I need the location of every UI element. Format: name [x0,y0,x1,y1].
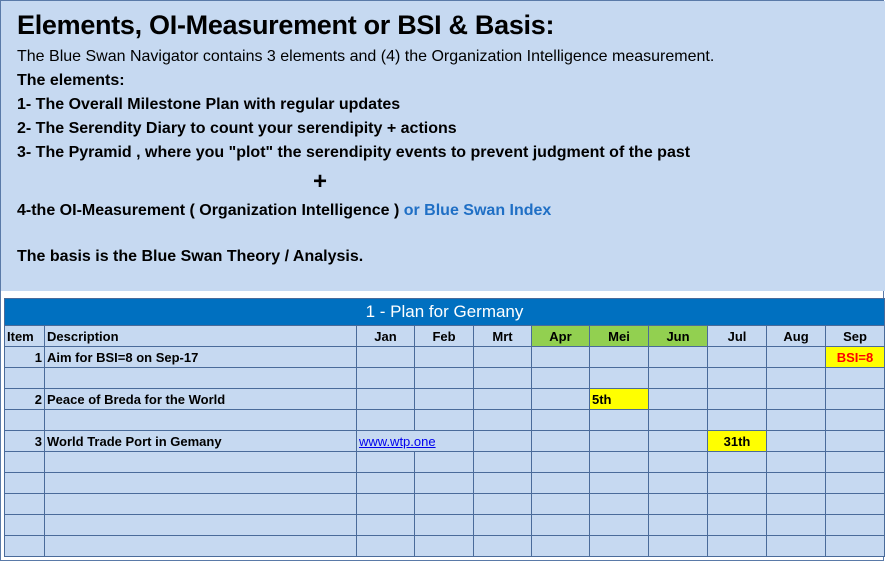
blue-swan-index-label: or Blue Swan Index [403,202,552,219]
table-row [4,535,886,557]
row-2-description[interactable]: Peace of Breda for the World [44,388,357,410]
table-row: 1 Aim for BSI=8 on Sep-17 BSI=8 [4,346,886,368]
table-row [4,493,886,515]
element-4-text: 4-the OI-Measurement ( Organization Inte… [17,202,400,219]
wtp-link[interactable]: www.wtp.one [359,434,436,449]
table-row: 3 World Trade Port in Gemany www.wtp.one… [4,430,886,452]
plan-table: 1 - Plan for Germany Item Description Ja… [3,298,886,557]
table-row [4,472,886,494]
table-row: 2 Peace of Breda for the World 5th [4,388,886,410]
header-mei: Mei [589,325,649,347]
header-description: Description [44,325,357,347]
page-title: Elements, OI-Measurement or BSI & Basis: [17,10,555,40]
table-row [4,451,886,473]
element-2: 2- The Serendity Diary to count your ser… [17,120,457,137]
row-1-description[interactable]: Aim for BSI=8 on Sep-17 [44,346,357,368]
table-row [4,514,886,536]
header-item: Item [4,325,45,347]
row-3-description[interactable]: World Trade Port in Gemany [44,430,357,452]
row-2-mei-milestone[interactable]: 5th [589,388,649,410]
row-1-sep-milestone[interactable]: BSI=8 [824,346,886,368]
header-row: Item Description Jan Feb Mrt Apr Mei Jun… [4,325,886,347]
plan-title: 1 - Plan for Germany [3,298,886,326]
header-aug: Aug [766,325,826,347]
row-2-item[interactable]: 2 [4,388,45,410]
intro-panel: Elements, OI-Measurement or BSI & Basis:… [1,1,885,291]
element-4: 4-the OI-Measurement ( Organization Inte… [17,199,885,223]
row-3-jul-milestone[interactable]: 31th [707,430,767,452]
plus-sign: + [313,168,328,195]
slide-frame: Elements, OI-Measurement or BSI & Basis:… [0,0,886,561]
table-row [4,409,886,431]
element-3: 3- The Pyramid , where you "plot" the se… [17,144,691,161]
header-feb: Feb [414,325,474,347]
header-jan: Jan [356,325,415,347]
intro-description: The Blue Swan Navigator contains 3 eleme… [17,48,715,65]
header-sep: Sep [824,325,886,347]
header-jul: Jul [707,325,767,347]
element-1: 1- The Overall Milestone Plan with regul… [17,96,401,113]
header-apr: Apr [531,325,590,347]
header-jun: Jun [648,325,708,347]
row-1-item[interactable]: 1 [4,346,45,368]
row-3-jan-cell[interactable]: www.wtp.one [356,430,474,452]
table-row [4,367,886,389]
elements-heading: The elements: [17,72,125,89]
header-mrt: Mrt [473,325,532,347]
basis-statement: The basis is the Blue Swan Theory / Anal… [17,248,364,265]
row-3-item[interactable]: 3 [4,430,45,452]
